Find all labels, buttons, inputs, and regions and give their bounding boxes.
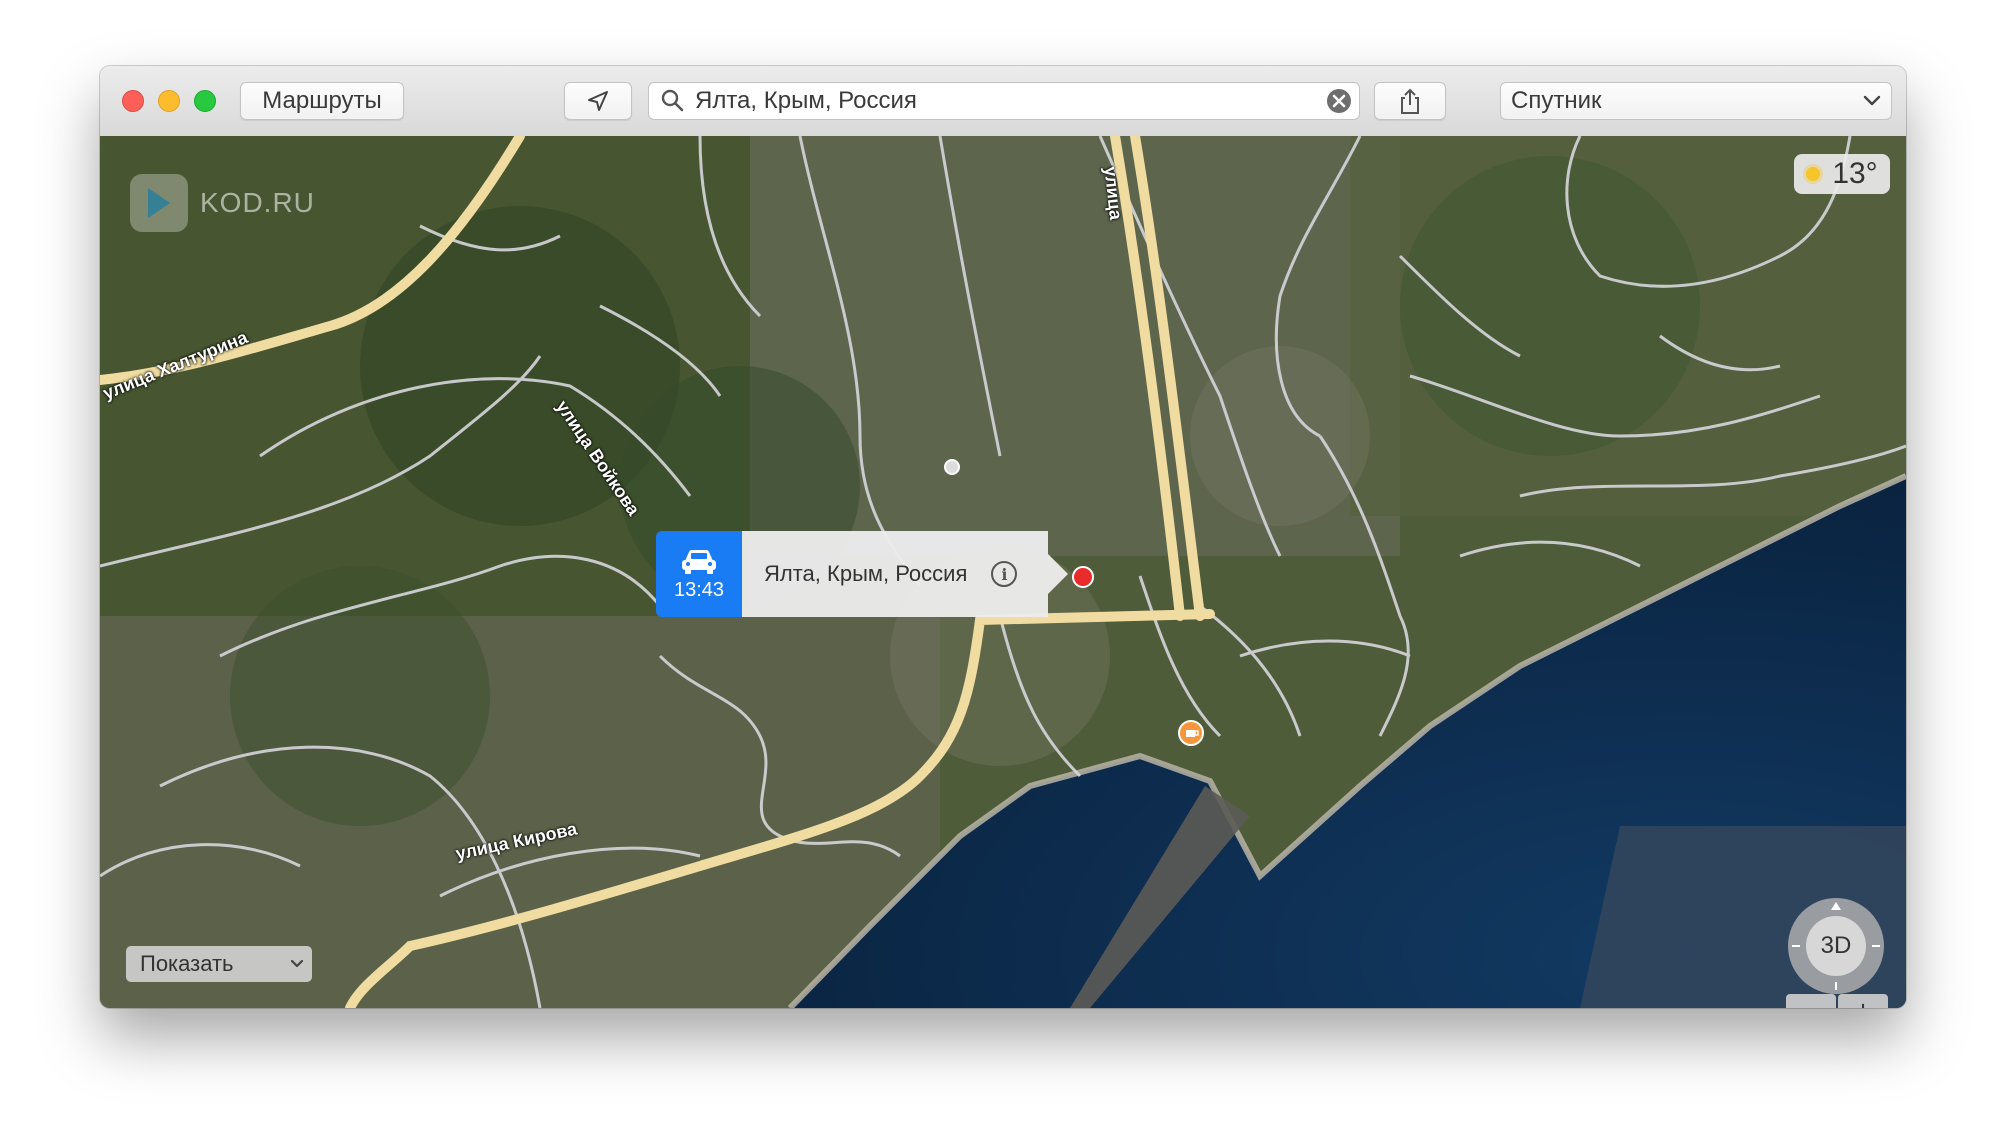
callout-title: Ялта, Крым, Россия bbox=[764, 561, 968, 586]
watermark: KOD.RU bbox=[130, 174, 315, 232]
toggle-3d-button[interactable]: 3D bbox=[1806, 916, 1866, 976]
location-callout[interactable]: 13:43 Ялта, Крым, Россия i bbox=[656, 531, 1068, 617]
zoom-out-button[interactable]: − bbox=[1786, 994, 1836, 1008]
callout-pointer bbox=[1048, 554, 1068, 594]
cafe-poi-icon[interactable] bbox=[1178, 720, 1204, 746]
directions-button[interactable]: Маршруты bbox=[240, 82, 404, 120]
share-button[interactable] bbox=[1374, 82, 1446, 120]
maps-window: Маршруты Ялта, Крым, Россия Спутник улиц… bbox=[100, 66, 1906, 1008]
sun-icon bbox=[1806, 167, 1821, 181]
car-icon bbox=[682, 549, 716, 574]
share-icon bbox=[1401, 88, 1419, 114]
drive-eta-button[interactable]: 13:43 bbox=[656, 531, 742, 617]
search-icon bbox=[661, 89, 684, 112]
toggle-3d-label: 3D bbox=[1820, 932, 1852, 959]
directions-label: Маршруты bbox=[262, 87, 382, 114]
show-menu-label: Показать bbox=[140, 951, 234, 976]
callout-body[interactable]: Ялта, Крым, Россия i bbox=[742, 531, 1048, 617]
zoom-in-button[interactable]: + bbox=[1838, 994, 1888, 1008]
watermark-text: KOD.RU bbox=[200, 187, 315, 218]
kodru-logo-icon bbox=[130, 174, 188, 232]
search-field[interactable]: Ялта, Крым, Россия bbox=[648, 82, 1360, 120]
current-location-button[interactable] bbox=[564, 82, 632, 120]
show-menu-button[interactable]: Показать bbox=[126, 946, 312, 982]
zoom-controls: − + bbox=[1786, 994, 1888, 1008]
search-input[interactable]: Ялта, Крым, Россия bbox=[695, 87, 1325, 115]
map-type-select[interactable]: Спутник bbox=[1500, 82, 1892, 120]
weather-temperature: 13° bbox=[1832, 157, 1878, 190]
info-icon[interactable]: i bbox=[991, 561, 1018, 587]
chevron-down-icon bbox=[290, 959, 304, 968]
location-pin-icon[interactable] bbox=[1072, 566, 1094, 588]
zoom-window-button[interactable] bbox=[194, 90, 216, 112]
minimize-window-button[interactable] bbox=[158, 90, 180, 112]
chevron-down-icon bbox=[1863, 95, 1881, 106]
toolbar: Маршруты Ялта, Крым, Россия Спутник bbox=[100, 66, 1906, 137]
close-window-button[interactable] bbox=[122, 90, 144, 112]
map-view[interactable]: улица Халтурина улица Войкова улица Киро… bbox=[100, 136, 1906, 1008]
clear-search-icon[interactable] bbox=[1325, 87, 1353, 115]
weather-badge: 13° bbox=[1794, 154, 1890, 194]
location-arrow-icon bbox=[588, 91, 608, 111]
compass-control[interactable]: 3D bbox=[1788, 898, 1884, 994]
map-type-value: Спутник bbox=[1511, 87, 1602, 114]
drive-eta-time: 13:43 bbox=[673, 578, 725, 601]
poi-marker-small[interactable] bbox=[944, 459, 960, 475]
